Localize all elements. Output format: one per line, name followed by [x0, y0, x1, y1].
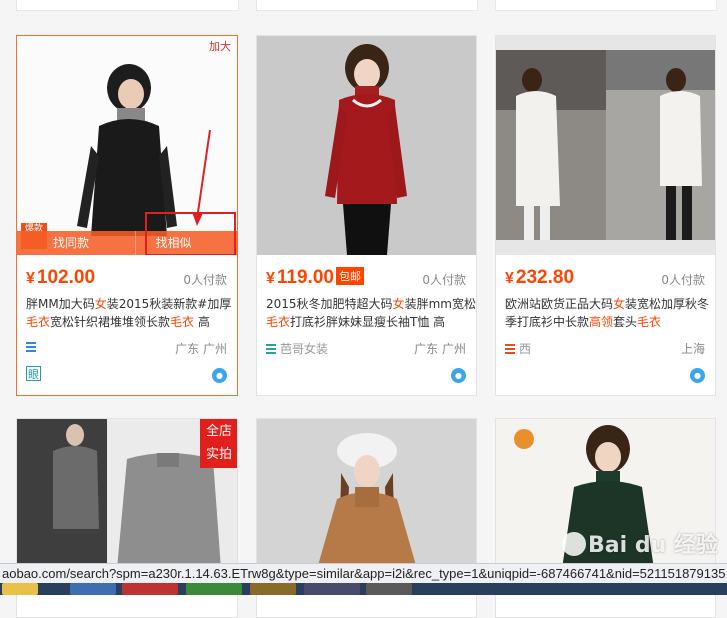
taskbar-item[interactable]: [250, 583, 296, 595]
taskbar-item[interactable]: [366, 583, 412, 595]
product-image[interactable]: 全店实拍: [17, 419, 237, 569]
paid-count: 0人付款: [183, 273, 227, 287]
prev-row-card: [495, 0, 717, 11]
product-title[interactable]: 2015秋冬加肥特超大码女装胖mm宽松毛衣打底衫胖妹妹显瘦长袖T恤 高: [266, 295, 476, 331]
title-text: 胖MM加大码: [26, 297, 95, 311]
title-keyword: 毛衣: [26, 315, 51, 329]
baidu-watermark: Bai du 经验: [560, 527, 718, 559]
shop-icon: [505, 344, 515, 354]
prev-row-card: [256, 0, 478, 11]
product-card[interactable]: ¥119.00 包邮 0人付款 2015秋冬加肥特超大码女装胖mm宽松毛衣打底衫胖…: [256, 35, 477, 396]
title-text: 打底衫胖妹妹显瘦长袖T恤 高: [290, 315, 446, 329]
title-text: 装胖mm宽松: [404, 297, 476, 311]
paid-count: 0人付款: [661, 273, 705, 287]
wangwang-icon[interactable]: ●: [690, 368, 705, 383]
title-keyword: 毛衣: [266, 315, 291, 329]
title-text: 欧洲站欧货正品大码: [505, 297, 614, 311]
product-image[interactable]: [496, 36, 715, 255]
annotation-box: [145, 212, 236, 255]
product-card[interactable]: 加大 爆款 找同款 找相似 ¥102.00 0人付款 胖MM加大码女装2015秋…: [16, 35, 238, 396]
tmall-icon[interactable]: 眼: [26, 366, 41, 381]
real-photo-tag: 全店实拍: [200, 419, 237, 468]
product-image[interactable]: [257, 419, 476, 569]
wangwang-icon[interactable]: ●: [212, 368, 227, 383]
wangwang-icon[interactable]: ●: [451, 368, 466, 383]
location: 上海: [680, 342, 705, 356]
size-badge: 加大: [209, 40, 231, 53]
title-keyword: 女: [392, 297, 405, 311]
title-text: 2015秋冬加肥特超大码: [266, 297, 393, 311]
taskbar-item[interactable]: [186, 583, 242, 595]
title-keyword: 女: [94, 297, 107, 311]
find-same-button[interactable]: 找同款: [17, 231, 135, 255]
product-price: ¥232.80: [505, 267, 575, 288]
product-image[interactable]: [257, 36, 476, 255]
prev-row-card: [16, 0, 239, 11]
title-text: 装2015秋装新款#加厚: [106, 297, 232, 311]
taskbar-item[interactable]: [122, 583, 178, 595]
browser-status-bar: aobao.com/search?spm=a230r.1.14.63.ETrw8…: [0, 563, 727, 583]
product-card[interactable]: ¥232.80 0人付款 欧洲站欧货正品大码女装宽松加厚秋冬季打底衫中长款高领套…: [495, 35, 716, 396]
product-price: ¥102.00: [26, 267, 96, 288]
shop-name[interactable]: [26, 340, 40, 354]
search-results-grid: 加大 爆款 找同款 找相似 ¥102.00 0人付款 胖MM加大码女装2015秋…: [0, 0, 727, 618]
title-text: 高: [194, 315, 210, 329]
title-keyword: 女: [613, 297, 626, 311]
product-price: ¥119.00 包邮: [266, 267, 364, 289]
product-title[interactable]: 胖MM加大码女装2015秋装新款#加厚毛衣宽松针织裙堆堆领长款毛衣 高: [26, 295, 237, 331]
title-keyword: 毛衣: [170, 315, 195, 329]
paw-icon: [562, 532, 586, 556]
location: 广东 广州: [175, 342, 227, 356]
paid-count: 0人付款: [422, 273, 466, 287]
title-text: 宽松针织裙堆堆领长款: [50, 315, 171, 329]
windows-taskbar: [0, 583, 727, 595]
taskbar-item[interactable]: [70, 583, 116, 595]
title-keyword: 高领: [589, 315, 614, 329]
taskbar-item[interactable]: [304, 583, 360, 595]
title-text: 套头: [613, 315, 638, 329]
product-image[interactable]: 加大 爆款 找同款 找相似: [17, 36, 237, 255]
shop-icon: [26, 342, 36, 352]
start-icon[interactable]: [2, 583, 38, 595]
title-keyword: 毛衣: [637, 315, 662, 329]
shop-icon: [266, 344, 276, 354]
location: 广东 广州: [414, 342, 466, 356]
free-shipping-badge: 包邮: [335, 267, 364, 285]
product-title[interactable]: 欧洲站欧货正品大码女装宽松加厚秋冬季打底衫中长款高领套头毛衣: [505, 295, 715, 331]
shop-name[interactable]: 西: [505, 340, 531, 357]
shop-name[interactable]: 芭哥女装: [266, 340, 328, 357]
